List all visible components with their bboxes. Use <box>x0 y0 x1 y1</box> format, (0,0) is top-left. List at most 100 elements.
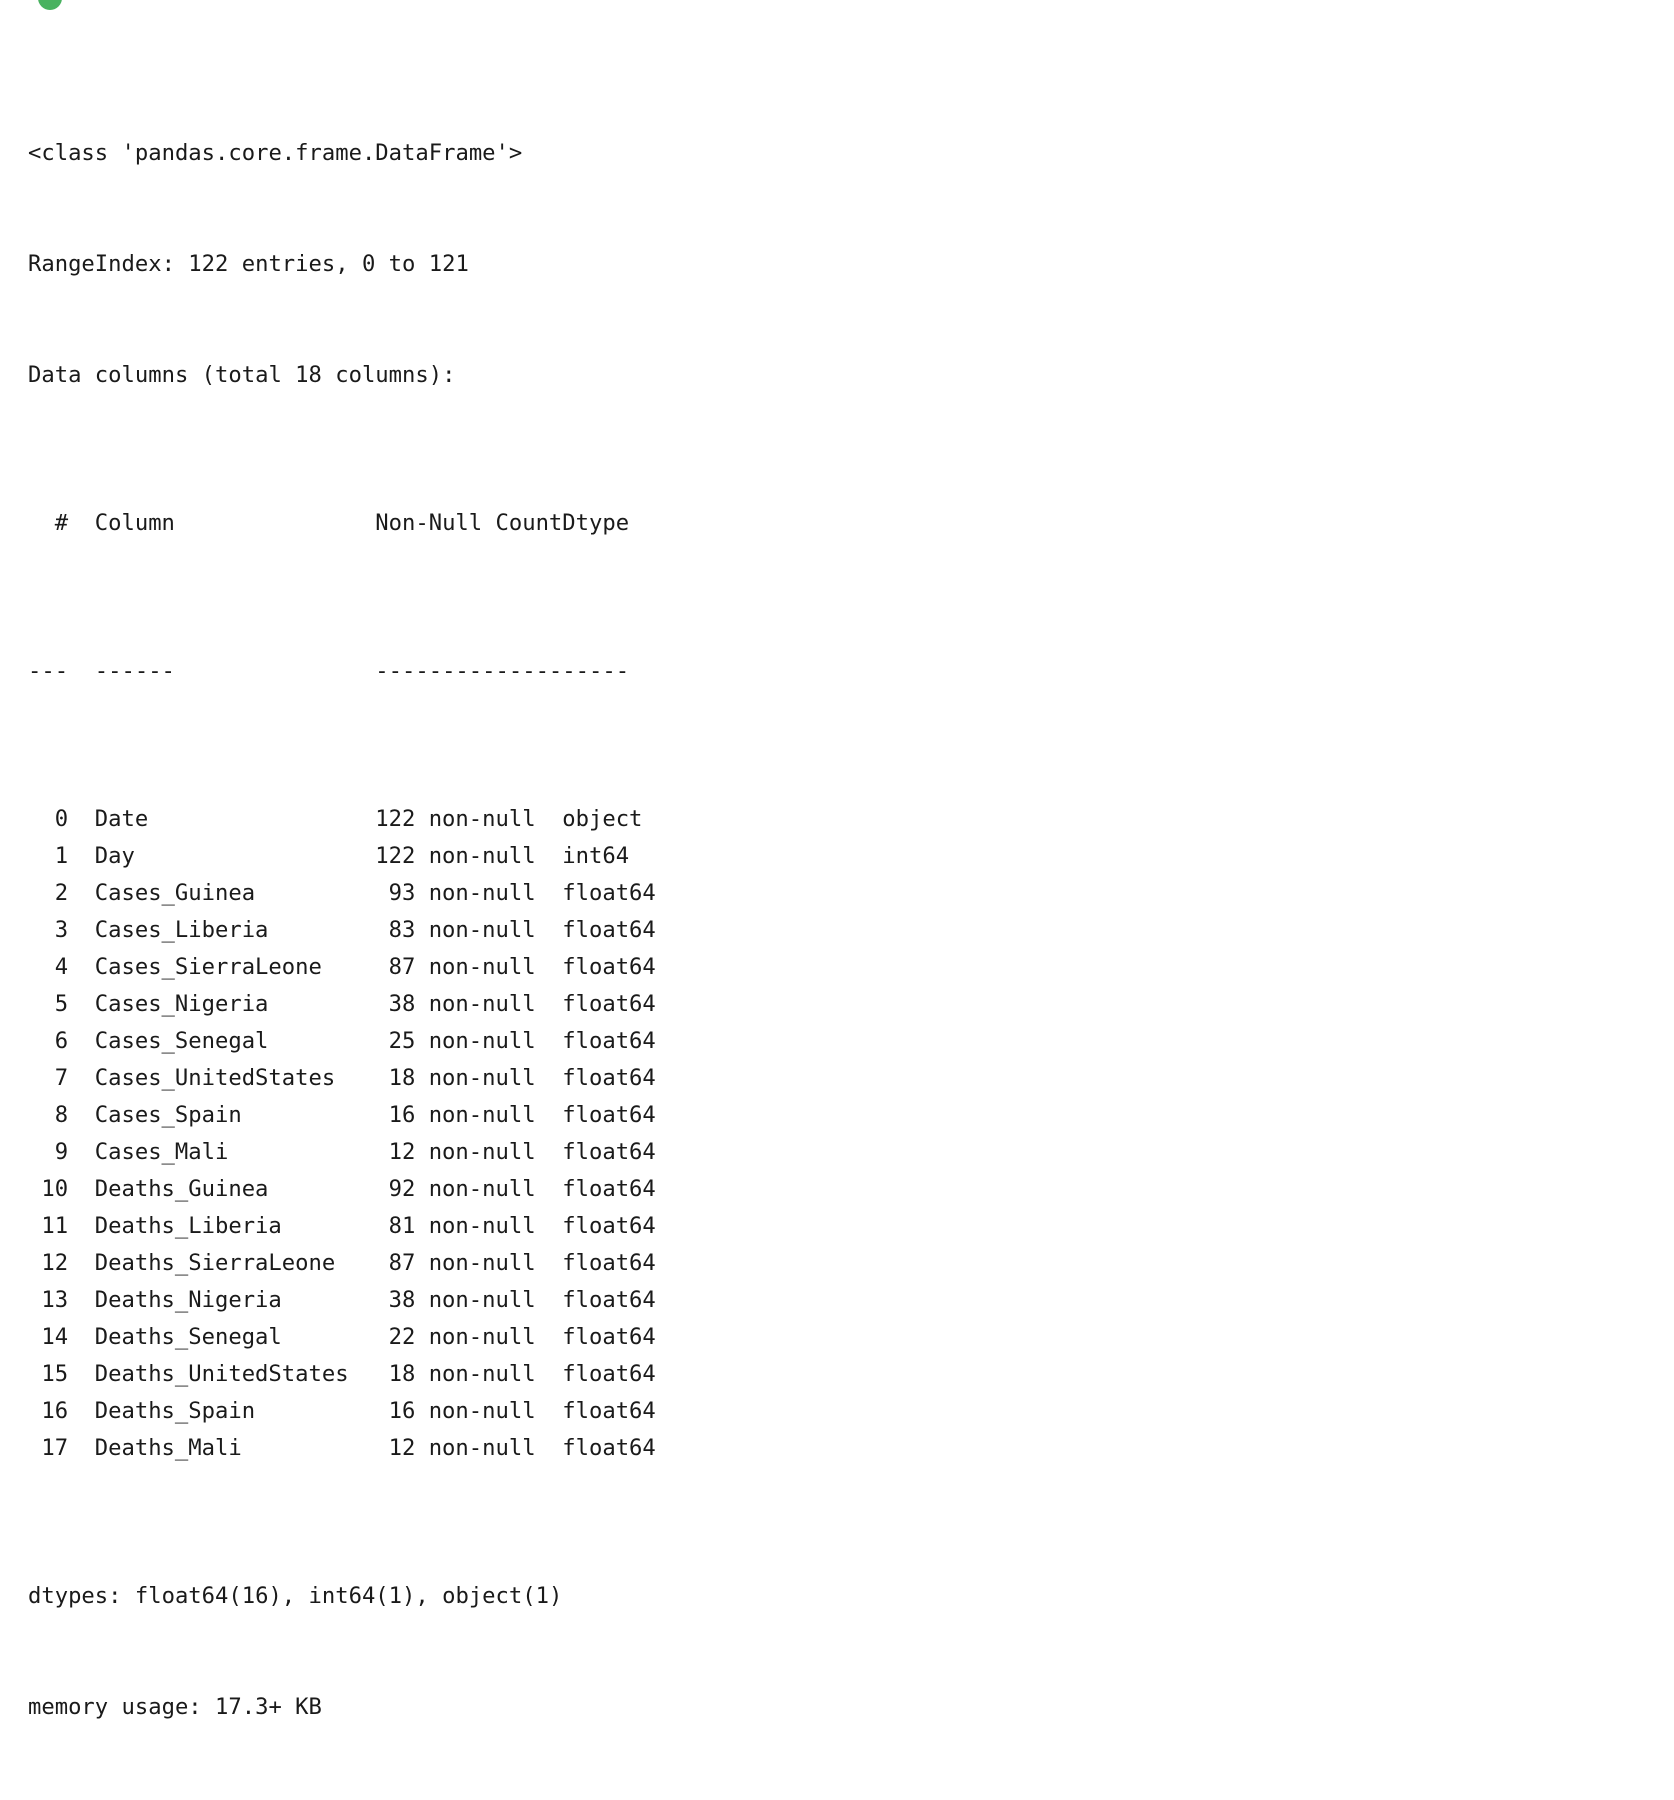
row-non-null-count: 12 <box>388 1435 416 1461</box>
row-index: 15 <box>41 1361 69 1387</box>
row-index: 7 <box>54 1065 69 1091</box>
table-row: 15 Deaths_UnitedStates 18 non-null float6… <box>28 1356 656 1393</box>
row-gap <box>536 912 563 949</box>
row-column-name: Day <box>94 843 135 869</box>
row-non-null-count: 16 <box>388 1102 416 1128</box>
table-row: 12 Deaths_SierraLeone 87 non-null float64 <box>28 1245 656 1282</box>
rule-index: --- <box>28 658 69 684</box>
row-column-name: Deaths_UnitedStates <box>94 1361 349 1387</box>
table-row: 8 Cases_Spain 16 non-null float64 <box>28 1097 656 1134</box>
row-non-null-count: 16 <box>388 1398 416 1424</box>
row-index: 4 <box>54 954 69 980</box>
row-non-null-label: non-null <box>415 917 536 943</box>
row-index: 1 <box>54 843 69 869</box>
row-non-null-count: 18 <box>388 1065 416 1091</box>
row-non-null-label: non-null <box>415 1028 536 1054</box>
row-index: 13 <box>41 1287 69 1313</box>
row-index: 8 <box>54 1102 69 1128</box>
row-non-null-count: 87 <box>388 1250 416 1276</box>
row-non-null-label: non-null <box>415 1176 536 1202</box>
range-index-line: RangeIndex: 122 entries, 0 to 121 <box>28 251 469 277</box>
row-index: 17 <box>41 1435 69 1461</box>
header-index: # <box>54 510 69 536</box>
row-gap <box>536 1023 563 1060</box>
row-non-null-label: non-null <box>415 1213 536 1239</box>
table-row: 2 Cases_Guinea 93 non-null float64 <box>28 875 656 912</box>
dtypes-line: dtypes: float64(16), int64(1), object(1) <box>28 1583 563 1609</box>
row-gap <box>536 986 563 1023</box>
row-index: 12 <box>41 1250 69 1276</box>
table-rule-row: --- ------ -------------- ----- <box>28 653 656 690</box>
row-gap <box>536 1245 563 1282</box>
table-row: 3 Cases_Liberia 83 non-null float64 <box>28 912 656 949</box>
row-non-null-count: 83 <box>388 917 416 943</box>
row-gap <box>536 1134 563 1171</box>
row-dtype: float64 <box>562 1361 656 1387</box>
row-gap <box>536 1393 563 1430</box>
row-gap <box>68 1171 95 1208</box>
row-non-null-count: 122 <box>375 806 416 832</box>
table-row: 17 Deaths_Mali 12 non-null float64 <box>28 1430 655 1467</box>
row-dtype: float64 <box>562 1139 656 1165</box>
row-non-null-count: 22 <box>388 1324 416 1350</box>
row-column-name: Deaths_Mali <box>94 1435 242 1461</box>
row-gap <box>536 1171 563 1208</box>
row-column-name: Cases_Nigeria <box>94 991 269 1017</box>
row-gap <box>68 1356 95 1393</box>
row-gap <box>68 1060 95 1097</box>
row-non-null-label: non-null <box>415 1065 536 1091</box>
class-line: <class 'pandas.core.frame.DataFrame'> <box>28 140 523 166</box>
row-column-name: Deaths_Guinea <box>94 1176 269 1202</box>
data-columns-line: Data columns (total 18 columns): <box>28 362 456 388</box>
row-gap <box>68 1134 95 1171</box>
row-gap <box>68 1282 95 1319</box>
row-column-name: Deaths_Spain <box>94 1398 256 1424</box>
row-gap <box>536 1060 563 1097</box>
row-gap <box>68 912 95 949</box>
row-gap <box>68 986 95 1023</box>
row-gap <box>536 1356 563 1393</box>
row-dtype: float64 <box>562 917 656 943</box>
row-non-null-count: 12 <box>388 1139 416 1165</box>
row-gap <box>68 875 95 912</box>
table-row: 0 Date 122 non-null object <box>28 801 656 838</box>
row-gap <box>68 1097 95 1134</box>
row-gap <box>536 1282 563 1319</box>
row-column-name: Cases_Guinea <box>94 880 256 906</box>
row-column-name: Date <box>94 806 149 832</box>
table-row: 5 Cases_Nigeria 38 non-null float64 <box>28 986 656 1023</box>
table-row: 10 Deaths_Guinea 92 non-null float64 <box>28 1171 656 1208</box>
row-non-null-count: 122 <box>375 843 416 869</box>
row-dtype: float64 <box>562 1028 656 1054</box>
row-non-null-label: non-null <box>415 991 536 1017</box>
table-row: 11 Deaths_Liberia 81 non-null float64 <box>28 1208 655 1245</box>
row-index: 3 <box>54 917 69 943</box>
row-dtype: float64 <box>562 880 656 906</box>
row-dtype: float64 <box>562 1250 656 1276</box>
row-non-null-label: non-null <box>415 1102 536 1128</box>
row-dtype: float64 <box>562 1176 656 1202</box>
table-row: 9 Cases_Mali 12 non-null float64 <box>28 1134 656 1171</box>
row-gap <box>68 801 95 838</box>
row-column-name: Cases_Liberia <box>94 917 269 943</box>
row-non-null-label: non-null <box>415 1398 536 1424</box>
row-non-null-count: 92 <box>388 1176 416 1202</box>
table-header-row: # Column Non-Null Count Dtype <box>28 505 656 542</box>
table-row: 4 Cases_SierraLeone 87 non-null float64 <box>28 949 656 986</box>
row-non-null-count: 81 <box>388 1213 416 1239</box>
row-gap <box>68 838 95 875</box>
row-non-null-label: non-null <box>415 806 536 832</box>
row-non-null-label: non-null <box>415 1250 536 1276</box>
row-dtype: object <box>562 806 643 832</box>
row-index: 14 <box>41 1324 69 1350</box>
row-gap <box>536 875 563 912</box>
table-row: 13 Deaths_Nigeria 38 non-null float64 <box>28 1282 655 1319</box>
row-gap <box>68 1319 95 1356</box>
rule-column: ------ <box>94 658 175 684</box>
row-gap <box>536 1319 563 1356</box>
row-non-null-label: non-null <box>415 880 536 906</box>
row-dtype: float64 <box>562 991 656 1017</box>
row-non-null-label: non-null <box>415 1139 536 1165</box>
row-index: 9 <box>54 1139 69 1165</box>
row-gap <box>68 949 95 986</box>
